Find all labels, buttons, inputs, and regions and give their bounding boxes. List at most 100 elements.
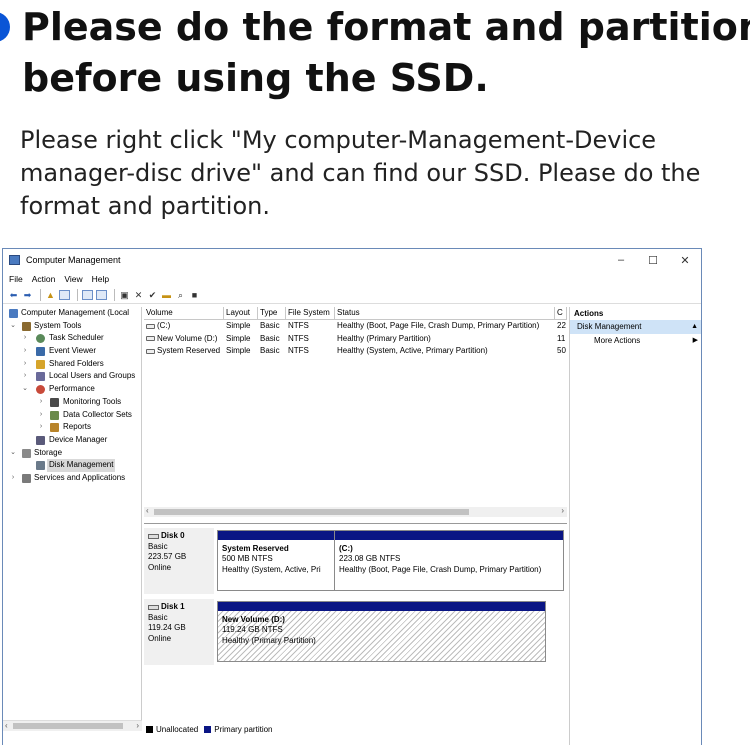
- help-icon[interactable]: [96, 289, 107, 300]
- volume-file-system: NTFS: [288, 346, 309, 355]
- partition-status: Healthy (System, Active, Pri: [222, 564, 321, 574]
- up-folder-icon[interactable]: ▲: [45, 290, 56, 300]
- scroll-right-icon[interactable]: ›: [136, 721, 139, 730]
- show-hide-tree-icon[interactable]: [59, 289, 70, 300]
- tree-twisty[interactable]: ›: [37, 421, 45, 434]
- disk-row-1: Disk 1 Basic 119.24 GB Online New Volume…: [144, 599, 567, 665]
- disk-icon[interactable]: ■: [189, 290, 200, 300]
- volume-type: Basic: [260, 346, 280, 355]
- volume-layout: Simple: [226, 321, 251, 330]
- scroll-left-icon[interactable]: ‹: [146, 506, 149, 515]
- more-actions-item[interactable]: More Actions ▶: [570, 334, 701, 348]
- column-header-volume[interactable]: Volume: [144, 307, 224, 319]
- open-folder-icon[interactable]: ▬: [161, 290, 172, 300]
- tree-item-device-manager[interactable]: Device Manager: [3, 434, 141, 447]
- table-row[interactable]: (C:) Simple Basic NTFS Healthy (Boot, Pa…: [144, 320, 567, 333]
- partition-c-drive[interactable]: (C:) 223.08 GB NTFS Healthy (Boot, Page …: [334, 530, 564, 591]
- column-header-layout[interactable]: Layout: [224, 307, 258, 319]
- toolbar-divider: [77, 288, 78, 301]
- tree-item-shared-folders[interactable]: › Shared Folders: [3, 358, 141, 371]
- actions-header: Actions: [574, 309, 604, 318]
- menu-help[interactable]: Help: [92, 274, 109, 284]
- tree-item-task-scheduler[interactable]: › Task Scheduler: [3, 332, 141, 345]
- tree-twisty[interactable]: ›: [9, 472, 17, 485]
- tree-twisty[interactable]: ›: [21, 358, 29, 371]
- close-button[interactable]: ✕: [669, 254, 701, 267]
- table-row[interactable]: New Volume (D:) Simple Basic NTFS Health…: [144, 333, 567, 346]
- tree-twisty[interactable]: ⌄: [9, 320, 17, 333]
- disk-status: Online: [148, 633, 172, 643]
- tree-horizontal-scrollbar[interactable]: ‹ ›: [3, 720, 142, 731]
- tree-item-services-and-applications[interactable]: › Services and Applications: [3, 472, 141, 485]
- disk-icon: [148, 604, 159, 610]
- tree-item-label: Monitoring Tools: [63, 396, 122, 406]
- tree-twisty[interactable]: ⌄: [9, 447, 17, 460]
- tree-item-data-collector-sets[interactable]: › Data Collector Sets: [3, 409, 141, 422]
- partition-name: System Reserved: [222, 544, 289, 553]
- folder-icon: [36, 359, 45, 369]
- delete-icon[interactable]: ✕: [133, 290, 144, 300]
- check-icon[interactable]: ✔: [147, 290, 158, 300]
- tree-item-label: Reports: [63, 422, 92, 432]
- volume-name: System Reserved: [157, 346, 221, 355]
- storage-icon: [22, 448, 31, 458]
- partition-system-reserved[interactable]: System Reserved 500 MB NTFS Healthy (Sys…: [217, 530, 335, 591]
- users-icon: [36, 372, 45, 382]
- partition-new-volume-d[interactable]: New Volume (D:) 119.24 GB NTFS Healthy (…: [217, 601, 546, 662]
- volume-capacity: 11: [557, 333, 566, 343]
- device-manager-icon: [36, 435, 45, 445]
- tree-item-performance[interactable]: ⌄ Performance: [3, 383, 141, 396]
- submenu-arrow-icon: ▶: [692, 337, 698, 344]
- menu-view[interactable]: View: [64, 274, 82, 284]
- title-bar: Computer Management – ☐ ✕: [3, 249, 701, 271]
- tree-twisty[interactable]: ›: [37, 396, 45, 409]
- minimize-button[interactable]: –: [605, 254, 637, 267]
- tree-item-label: System Tools: [34, 320, 82, 330]
- tree-twisty[interactable]: ›: [37, 409, 45, 422]
- disk-info[interactable]: Disk 0 Basic 223.57 GB Online: [144, 528, 214, 594]
- scroll-right-icon[interactable]: ›: [561, 506, 564, 515]
- collapse-up-icon[interactable]: ▲: [691, 320, 698, 334]
- back-arrow-icon[interactable]: ⬅: [8, 290, 19, 300]
- scrollbar-thumb[interactable]: [13, 723, 123, 729]
- tree-item-computer-management[interactable]: Computer Management (Local: [3, 307, 141, 320]
- services-icon: [22, 473, 31, 483]
- tree-twisty[interactable]: ⌄: [21, 383, 29, 396]
- tree-item-monitoring-tools[interactable]: › Monitoring Tools: [3, 396, 141, 409]
- maximize-button[interactable]: ☐: [637, 254, 669, 267]
- table-row[interactable]: System Reserved Simple Basic NTFS Health…: [144, 345, 567, 358]
- rescan-icon[interactable]: ▣: [119, 290, 130, 300]
- volume-list-horizontal-scrollbar[interactable]: ‹ ›: [144, 506, 567, 517]
- tree-item-system-tools[interactable]: ⌄ System Tools: [3, 320, 141, 333]
- tree-item-storage[interactable]: ⌄ Storage: [3, 447, 141, 460]
- forward-arrow-icon[interactable]: ➡: [22, 290, 33, 300]
- toolbar-divider: [40, 288, 41, 301]
- scrollbar-thumb[interactable]: [154, 509, 469, 515]
- scroll-left-icon[interactable]: ‹: [5, 721, 8, 730]
- tree-item-label: Storage: [34, 447, 63, 457]
- tree-item-event-viewer[interactable]: › Event Viewer: [3, 345, 141, 358]
- menu-action[interactable]: Action: [32, 274, 56, 284]
- menu-file[interactable]: File: [9, 274, 23, 284]
- tree-twisty[interactable]: ›: [21, 332, 29, 345]
- column-header-capacity[interactable]: C: [555, 307, 567, 319]
- tree-item-reports[interactable]: › Reports: [3, 421, 141, 434]
- tree-item-label: Event Viewer: [49, 346, 96, 356]
- column-header-type[interactable]: Type: [258, 307, 286, 319]
- volume-list-header: Volume Layout Type File System Status C: [144, 307, 567, 320]
- column-header-status[interactable]: Status: [335, 307, 555, 319]
- column-header-file-system[interactable]: File System: [286, 307, 335, 319]
- partition-status: Healthy (Primary Partition): [222, 635, 316, 645]
- actions-section-disk-management[interactable]: Disk Management ▲: [570, 320, 701, 334]
- tree-twisty[interactable]: ›: [21, 345, 29, 358]
- actions-pane: Actions Disk Management ▲ More Actions ▶: [569, 307, 701, 745]
- tree-item-disk-management[interactable]: Disk Management: [3, 459, 141, 472]
- tree-twisty[interactable]: ›: [21, 370, 29, 383]
- properties-icon[interactable]: [82, 289, 93, 300]
- tree-item-local-users-and-groups[interactable]: › Local Users and Groups: [3, 370, 141, 383]
- tree-item-label: Services and Applications: [34, 472, 126, 482]
- disk-name: Disk 0: [161, 531, 185, 540]
- disk-info[interactable]: Disk 1 Basic 119.24 GB Online: [144, 599, 214, 665]
- tree-item-label: Device Manager: [49, 434, 108, 444]
- search-icon[interactable]: ⌕: [175, 290, 186, 300]
